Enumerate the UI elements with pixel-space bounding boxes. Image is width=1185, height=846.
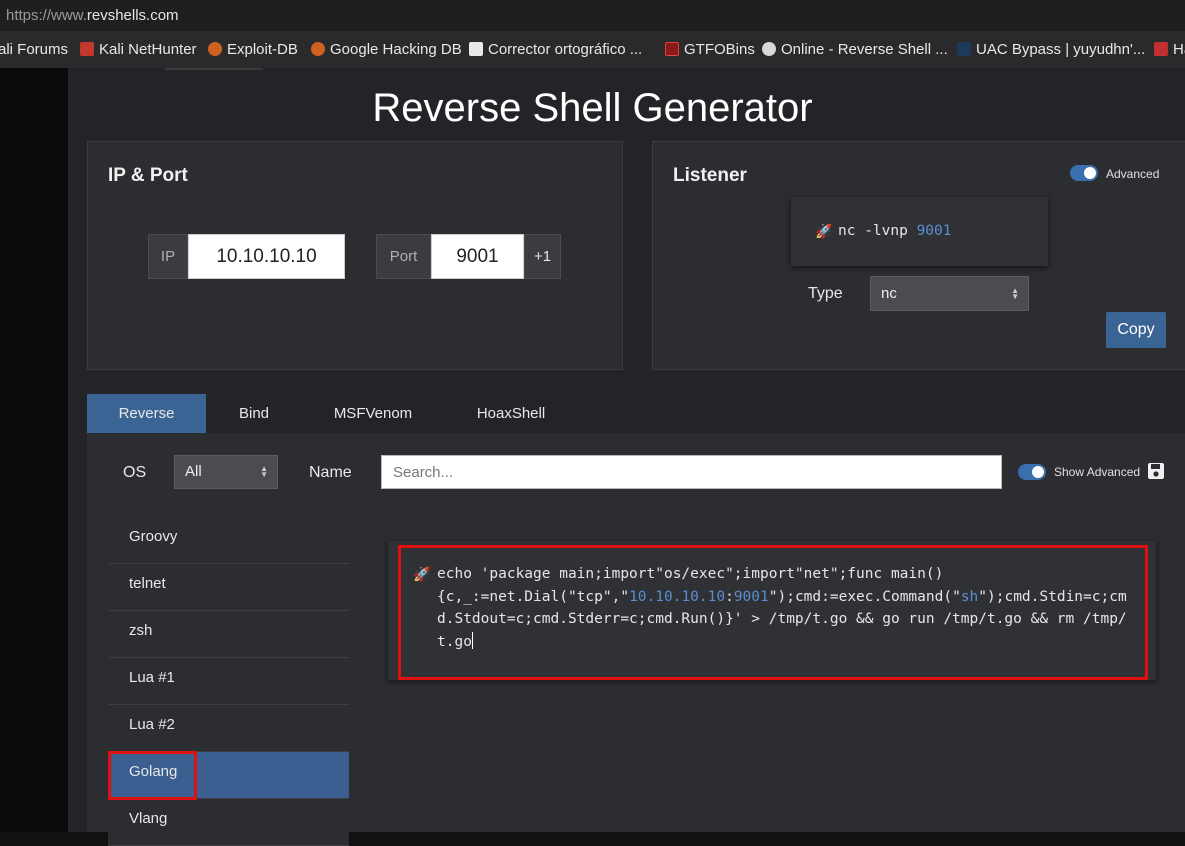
address-bar[interactable]: https://www.revshells.com bbox=[0, 0, 1185, 31]
listener-command: nc -lvnp 9001 bbox=[838, 223, 952, 239]
gtfobins-icon bbox=[665, 42, 679, 56]
ip-port-heading: IP & Port bbox=[108, 165, 188, 186]
bookmark-kali-forums[interactable]: ali Forums bbox=[0, 41, 68, 58]
page-left-gutter bbox=[0, 68, 68, 832]
show-advanced-label: Show Advanced bbox=[1054, 465, 1141, 479]
bookmark-online-reverse-shell[interactable]: Online - Reverse Shell ... bbox=[762, 41, 948, 58]
ip-input[interactable]: 10.10.10.10 bbox=[188, 234, 345, 279]
page-title: Reverse Shell Generator bbox=[372, 86, 813, 130]
command-highlight-box bbox=[398, 545, 1148, 680]
tab-msfvenom[interactable]: MSFVenom bbox=[310, 394, 436, 433]
tab-reverse[interactable]: Reverse bbox=[87, 394, 206, 433]
uac-site-icon bbox=[957, 42, 971, 56]
list-item-lua-1[interactable]: Lua #1 bbox=[108, 658, 349, 705]
type-select[interactable]: nc ▲ ▼ bbox=[870, 276, 1029, 311]
url-text[interactable]: https://www.revshells.com bbox=[6, 7, 179, 24]
exploit-db-icon bbox=[208, 42, 222, 56]
golang-highlight-box bbox=[108, 751, 197, 800]
bookmark-ha[interactable]: Ha bbox=[1154, 41, 1185, 58]
list-item-vlang[interactable]: Vlang bbox=[108, 799, 349, 846]
ghdb-icon bbox=[311, 42, 325, 56]
copy-listener-button[interactable]: Copy bbox=[1106, 312, 1166, 348]
port-input[interactable]: 9001 bbox=[431, 234, 524, 279]
bookmarks-bar: ali Forums Kali NetHunter Exploit-DB Goo… bbox=[0, 31, 1185, 69]
languagetool-icon bbox=[469, 42, 483, 56]
list-item-zsh[interactable]: zsh bbox=[108, 611, 349, 658]
bookmark-google-hacking-db[interactable]: Google Hacking DB bbox=[311, 41, 462, 58]
ip-label: IP bbox=[148, 234, 188, 279]
port-label: Port bbox=[376, 234, 431, 279]
kali-dragon-icon bbox=[80, 42, 94, 56]
bookmark-corrector[interactable]: Corrector ortográfico ... bbox=[469, 41, 642, 58]
tab-bind[interactable]: Bind bbox=[206, 394, 302, 433]
bookmark-kali-nethunter[interactable]: Kali NetHunter bbox=[80, 41, 197, 58]
rocket-icon: 🚀 bbox=[815, 223, 833, 239]
bookmark-exploit-db[interactable]: Exploit-DB bbox=[208, 41, 298, 58]
type-label: Type bbox=[808, 285, 843, 302]
advanced-toggle[interactable] bbox=[1070, 165, 1098, 181]
select-arrows-icon: ▲ ▼ bbox=[1011, 285, 1019, 301]
show-advanced-toggle[interactable] bbox=[1018, 464, 1046, 480]
select-arrows-icon: ▲ ▼ bbox=[260, 464, 268, 479]
listener-heading: Listener bbox=[673, 165, 747, 186]
os-label: OS bbox=[123, 464, 147, 481]
search-input[interactable]: Search... bbox=[381, 455, 1002, 489]
skull-icon bbox=[762, 42, 776, 56]
bookmark-uac-bypass[interactable]: UAC Bypass | yuyudhn'... bbox=[957, 41, 1145, 58]
list-item-lua-2[interactable]: Lua #2 bbox=[108, 705, 349, 752]
os-select[interactable]: All ▲ ▼ bbox=[174, 455, 278, 489]
tab-hoaxshell[interactable]: HoaxShell bbox=[450, 394, 572, 433]
bookmark-gtfobins[interactable]: GTFOBins bbox=[665, 41, 755, 58]
list-item-telnet[interactable]: telnet bbox=[108, 564, 349, 611]
list-item-groovy[interactable]: Groovy bbox=[108, 517, 349, 564]
save-icon[interactable] bbox=[1147, 462, 1165, 480]
advanced-label: Advanced bbox=[1106, 167, 1160, 181]
nav-divider bbox=[165, 68, 263, 70]
name-label: Name bbox=[309, 464, 352, 481]
port-increment-button[interactable]: +1 bbox=[524, 234, 561, 279]
hacking-site-icon bbox=[1154, 42, 1168, 56]
